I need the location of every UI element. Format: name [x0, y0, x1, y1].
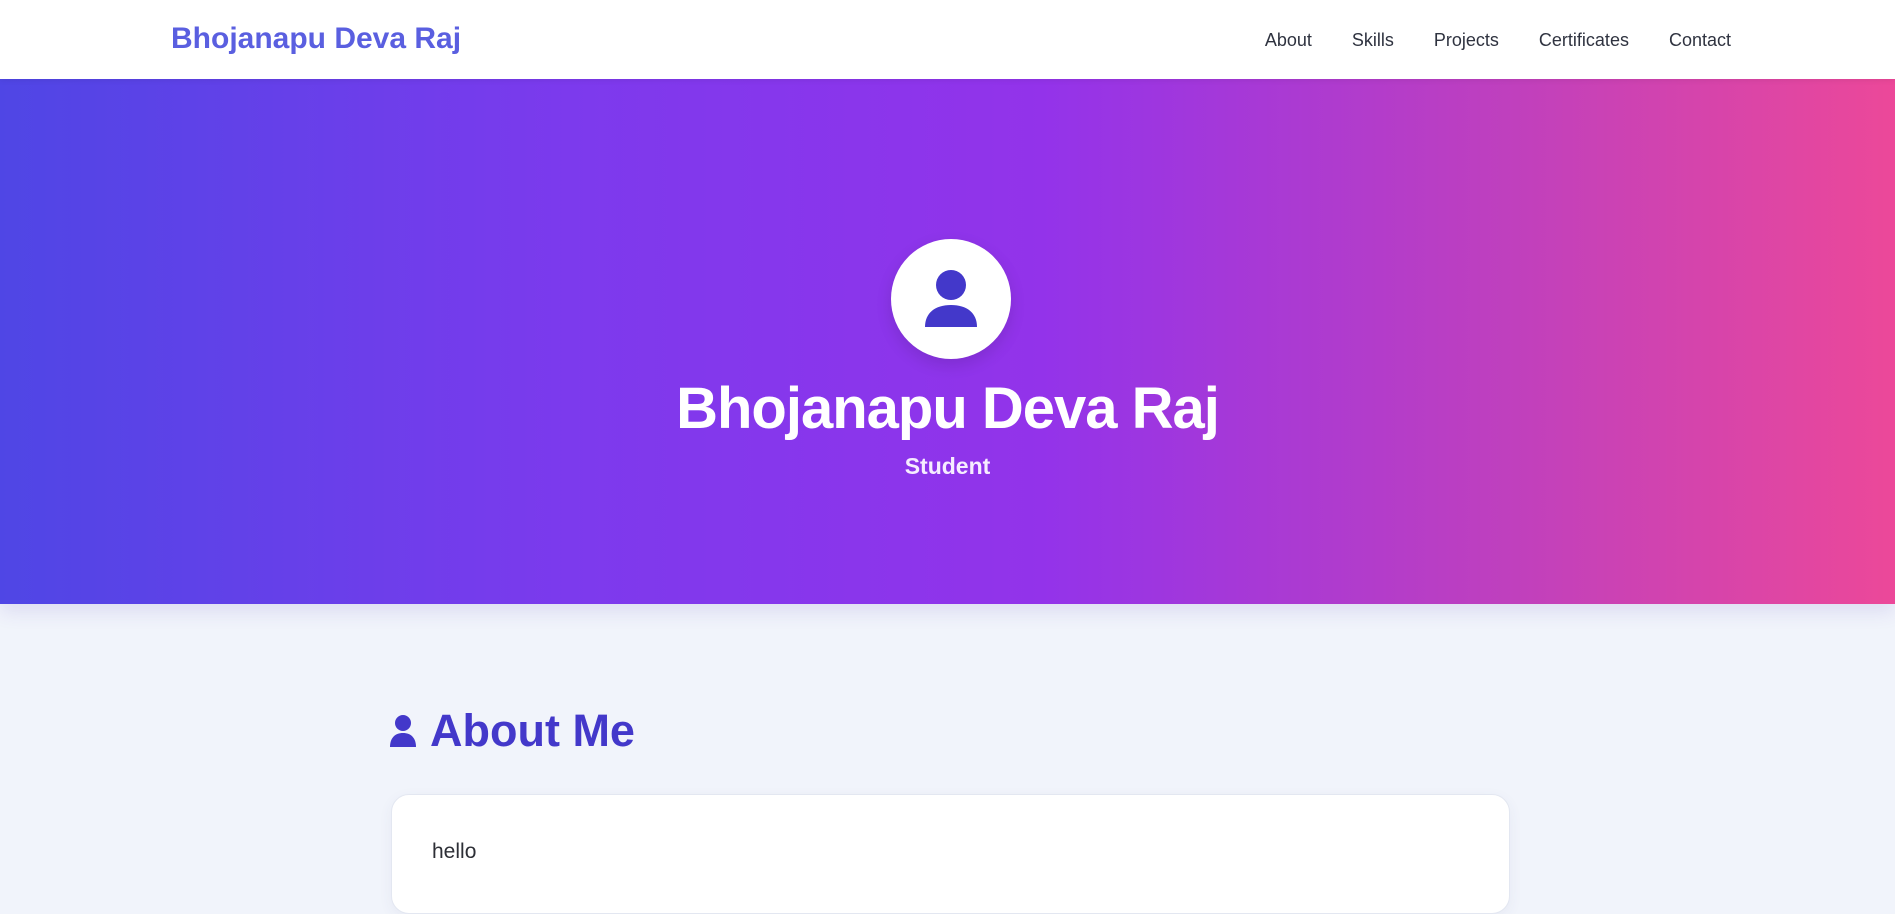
about-heading: About Me	[390, 705, 635, 757]
nav-links: About Skills Projects Certificates Conta…	[1265, 30, 1731, 51]
nav-link-skills[interactable]: Skills	[1352, 30, 1394, 50]
nav-item-about: About	[1265, 30, 1312, 51]
user-icon	[925, 270, 977, 327]
about-title: About Me	[430, 705, 635, 756]
brand-link[interactable]: Bhojanapu Deva Raj	[171, 22, 461, 56]
nav-item-contact: Contact	[1669, 30, 1731, 51]
about-text: hello	[432, 840, 477, 863]
nav-link-projects[interactable]: Projects	[1434, 30, 1499, 50]
hero-subtitle: Student	[904, 453, 991, 479]
nav-item-skills: Skills	[1352, 30, 1394, 51]
hero-name: Bhojanapu Deva Raj	[676, 376, 1220, 441]
nav-item-certificates: Certificates	[1539, 30, 1629, 51]
about-card: hello	[391, 794, 1510, 914]
nav-link-contact[interactable]: Contact	[1669, 30, 1731, 50]
nav-link-about[interactable]: About	[1265, 30, 1312, 50]
hero-section: Bhojanapu Deva Raj Student	[0, 79, 1895, 604]
nav-item-projects: Projects	[1434, 30, 1499, 51]
navbar: Bhojanapu Deva Raj About Skills Projects…	[0, 0, 1895, 79]
user-icon	[390, 715, 416, 747]
avatar	[891, 239, 1011, 359]
nav-link-certificates[interactable]: Certificates	[1539, 30, 1629, 50]
